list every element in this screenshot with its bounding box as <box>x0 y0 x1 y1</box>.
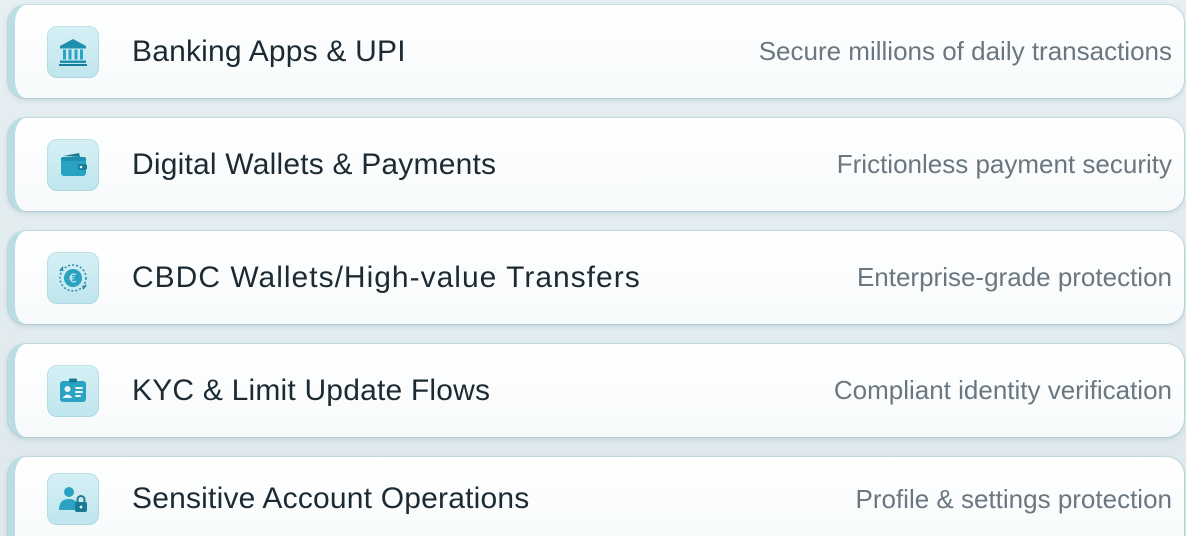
use-case-title: CBDC Wallets/High-value Transfers <box>132 260 641 294</box>
id-card-icon <box>60 378 86 402</box>
euro-coin-icon-tile: € <box>47 251 99 304</box>
use-case-list: Banking Apps & UPI Secure millions of da… <box>8 5 1184 536</box>
id-card-icon-tile <box>47 364 99 417</box>
use-case-title: Banking Apps & UPI <box>132 34 406 68</box>
use-case-subtitle: Secure millions of daily transactions <box>758 36 1172 66</box>
use-case-row-kyc[interactable]: KYC & Limit Update Flows Compliant ident… <box>8 344 1184 437</box>
svg-text:€: € <box>69 271 77 285</box>
bank-icon <box>59 38 87 66</box>
user-lock-icon <box>59 487 87 512</box>
bank-icon-tile <box>47 25 99 78</box>
wallet-icon <box>61 152 87 176</box>
use-case-subtitle: Enterprise-grade protection <box>856 262 1172 292</box>
use-case-row-wallets[interactable]: Digital Wallets & Payments Frictionless … <box>8 118 1184 211</box>
use-case-row-cbdc[interactable]: € CBDC Wallets/High-value Transfers Ente… <box>8 231 1184 324</box>
euro-coin-icon: € <box>59 263 87 292</box>
use-case-title: KYC & Limit Update Flows <box>132 373 491 407</box>
use-case-title: Digital Wallets & Payments <box>132 147 497 181</box>
use-case-title: Sensitive Account Operations <box>132 482 530 515</box>
use-case-subtitle: Compliant identity verification <box>833 375 1172 405</box>
use-case-row-sensitive[interactable]: Sensitive Account Operations Profile & s… <box>8 457 1184 536</box>
wallet-icon-tile <box>47 138 99 191</box>
user-lock-icon-tile <box>47 473 99 525</box>
use-case-row-banking[interactable]: Banking Apps & UPI Secure millions of da… <box>8 5 1184 98</box>
use-case-subtitle: Frictionless payment security <box>836 149 1172 179</box>
use-case-subtitle: Profile & settings protection <box>855 483 1173 514</box>
